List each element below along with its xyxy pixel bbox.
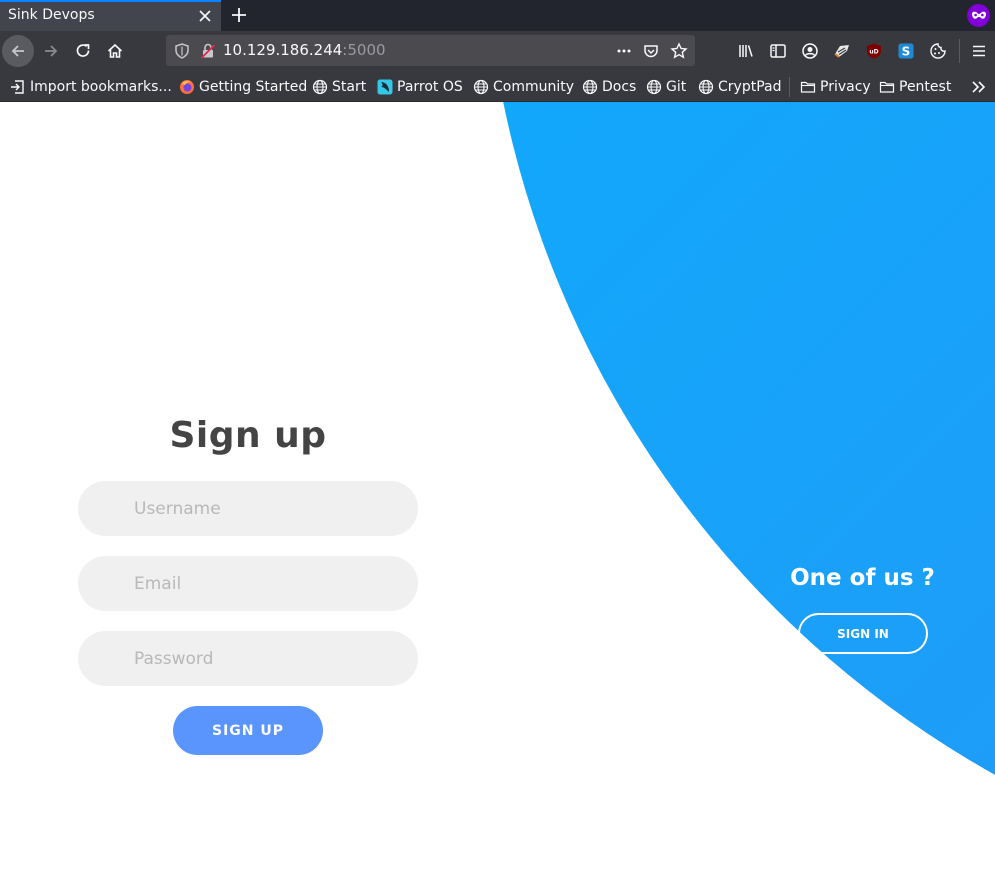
bookmark-cryptpad[interactable]: CryptPad (698, 78, 781, 96)
url-port: :5000 (342, 41, 386, 59)
back-button[interactable] (2, 35, 34, 67)
bookmark-label: Getting Started (199, 79, 308, 95)
firefox-icon (180, 80, 194, 94)
bookmark-separator (789, 77, 790, 97)
account-icon[interactable] (801, 42, 819, 60)
svg-text:uD: uD (869, 49, 878, 56)
close-tab-icon[interactable] (197, 8, 213, 24)
bookmark-import[interactable]: Import bookmarks... (10, 78, 172, 96)
tab-title: Sink Devops (8, 7, 95, 23)
forward-arrow-icon (45, 45, 58, 57)
private-browsing-icon (967, 4, 990, 27)
bookmarks-toolbar: Import bookmarks... Getting Started Star… (0, 71, 995, 102)
bookmark-community[interactable]: Community (473, 78, 574, 96)
bookmark-getting-started[interactable]: Getting Started (179, 78, 307, 96)
bookmark-start[interactable]: Start (312, 78, 366, 96)
url-bar[interactable]: 10.129.186.244:5000 (166, 35, 695, 66)
bookmark-label: Parrot OS (397, 79, 463, 95)
globe-icon (473, 79, 489, 95)
svg-text:S: S (902, 45, 911, 59)
toolbar-divider (959, 39, 960, 63)
browser-tab[interactable]: Sink Devops (0, 0, 221, 31)
bookmark-parrot-os[interactable]: Parrot OS (377, 78, 463, 96)
foxyproxy-icon[interactable] (833, 42, 851, 60)
ublock-origin-icon[interactable]: uD (865, 42, 883, 60)
bookmark-label: Start (332, 79, 367, 95)
password-input[interactable] (78, 631, 418, 686)
tab-bar: Sink Devops (0, 0, 995, 31)
shield-icon[interactable] (173, 42, 191, 60)
sign-up-form: Sign up SIGN UP (78, 102, 418, 875)
bookmark-label: Community (493, 79, 575, 95)
email-input[interactable] (78, 556, 418, 611)
bookmark-folder-privacy[interactable]: Privacy (800, 78, 871, 96)
bookmark-label: CryptPad (718, 79, 782, 95)
cookie-icon[interactable] (929, 42, 947, 60)
new-tab-icon[interactable] (229, 5, 249, 25)
globe-icon (646, 79, 662, 95)
library-icon[interactable] (737, 42, 755, 60)
folder-icon (800, 81, 816, 93)
home-icon (107, 43, 123, 58)
globe-icon (312, 79, 328, 95)
forward-button[interactable] (35, 35, 67, 67)
folder-icon (879, 81, 895, 93)
bookmark-docs[interactable]: Docs (582, 78, 636, 96)
home-button[interactable] (99, 35, 131, 67)
navigation-toolbar: 10.129.186.244:5000 uD S (0, 31, 995, 71)
stylus-icon[interactable]: S (897, 42, 915, 60)
page-actions-icon[interactable] (615, 42, 633, 60)
globe-icon (698, 79, 714, 95)
username-input[interactable] (78, 481, 418, 536)
insecure-lock-icon[interactable] (199, 42, 217, 60)
globe-icon (582, 79, 598, 95)
bookmark-git[interactable]: Git (646, 78, 686, 96)
import-icon (11, 80, 24, 94)
bookmark-label: Pentest (899, 79, 952, 95)
url-text[interactable]: 10.129.186.244:5000 (223, 41, 386, 59)
back-arrow-icon (11, 45, 24, 57)
sign-in-panel: One of us ? SIGN IN (760, 102, 965, 875)
sign-up-button[interactable]: SIGN UP (173, 706, 323, 755)
bookmark-label: Privacy (820, 79, 871, 95)
sidebar-icon[interactable] (769, 42, 787, 60)
bookmark-label: Git (666, 79, 687, 95)
bookmark-star-icon[interactable] (670, 42, 688, 60)
url-host: 10.129.186.244 (223, 41, 343, 59)
reload-button[interactable] (67, 35, 99, 67)
page-viewport: Sign up SIGN UP One of us ? SIGN IN (0, 102, 995, 875)
pocket-icon[interactable] (642, 42, 660, 60)
bookmark-label: Docs (602, 79, 637, 95)
bookmark-label: Import bookmarks... (30, 79, 172, 95)
reload-icon (76, 44, 90, 57)
more-bookmarks-chevron-icon[interactable] (969, 78, 987, 96)
sign-in-button[interactable]: SIGN IN (798, 613, 928, 654)
sign-up-title: Sign up (169, 415, 327, 456)
panel-title: One of us ? (790, 565, 935, 591)
menu-icon[interactable] (970, 42, 988, 60)
bookmark-folder-pentest[interactable]: Pentest (879, 78, 951, 96)
parrot-icon (377, 79, 393, 95)
